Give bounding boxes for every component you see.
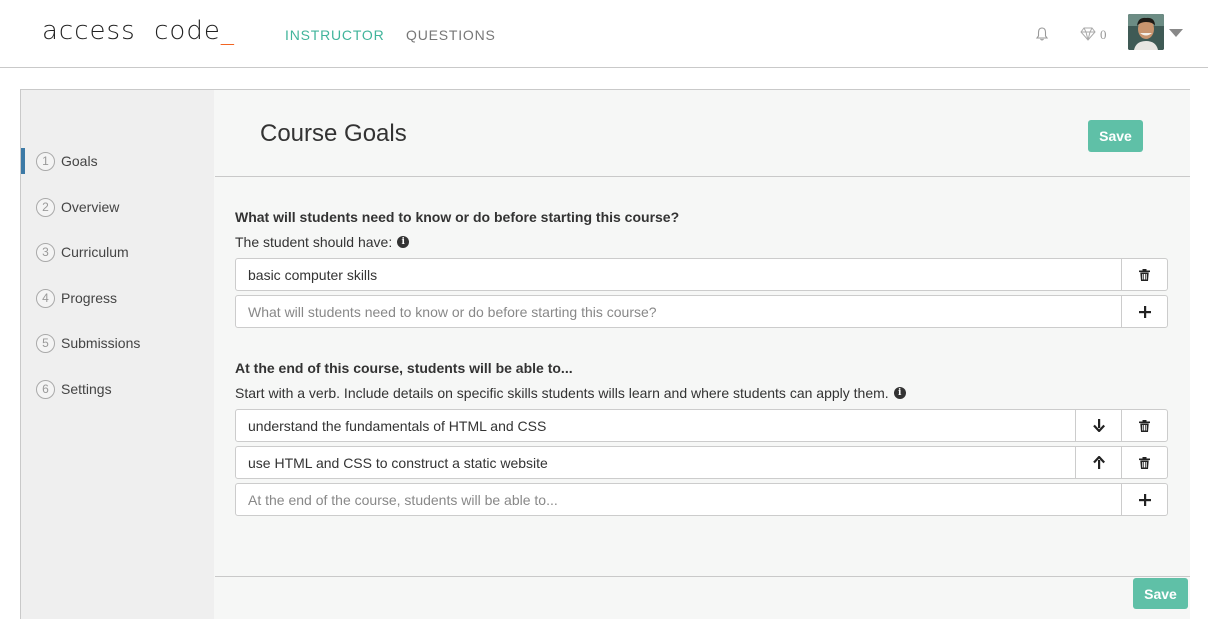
outcomes-hint-text: Start with a verb. Include details on sp… [235, 385, 889, 401]
chevron-down-icon[interactable] [1169, 29, 1183, 37]
save-button[interactable]: Save [1088, 120, 1143, 152]
sidebar-item-label: Curriculum [61, 244, 129, 260]
prereq-heading: What will students need to know or do be… [235, 209, 680, 225]
top-navbar: access code_ INSTRUCTOR QUESTIONS 0 [0, 0, 1208, 68]
sidebar-item-goals[interactable]: 1 Goals [21, 148, 214, 174]
trash-icon[interactable] [1121, 447, 1167, 478]
outcome-new-input[interactable] [236, 484, 1121, 515]
bell-icon[interactable] [1034, 26, 1050, 42]
sidebar-item-overview[interactable]: 2 Overview [21, 194, 214, 220]
footer-divider [215, 576, 1190, 577]
content-header: Course Goals Save [215, 90, 1190, 177]
outcome-item [235, 446, 1168, 479]
avatar[interactable] [1128, 14, 1164, 50]
logo[interactable]: access code_ [42, 16, 235, 46]
prereq-item-input[interactable] [236, 259, 1121, 290]
sidebar-item-curriculum[interactable]: 3 Curriculum [21, 239, 214, 265]
arrow-down-icon[interactable] [1075, 410, 1121, 441]
sidebar-item-label: Overview [61, 199, 120, 215]
logo-cursor: _ [220, 16, 235, 46]
step-number: 4 [36, 288, 55, 308]
outcomes-heading: At the end of this course, students will… [235, 360, 573, 376]
info-icon[interactable]: i [893, 387, 906, 399]
plus-icon[interactable] [1121, 296, 1167, 327]
step-number: 5 [36, 333, 55, 353]
course-editor-panel: 1 Goals 2 Overview 3 Curriculum 4 Progre… [20, 89, 1190, 619]
sidebar-item-label: Goals [61, 153, 98, 169]
outcome-new-row [235, 483, 1168, 516]
sidebar-item-label: Submissions [61, 335, 141, 351]
sidebar-item-progress[interactable]: 4 Progress [21, 285, 214, 311]
outcome-item [235, 409, 1168, 442]
sidebar-item-settings[interactable]: 6 Settings [21, 376, 214, 402]
outcomes-hint: Start with a verb. Include details on sp… [235, 385, 906, 401]
prereq-item [235, 258, 1168, 291]
info-icon[interactable]: i [397, 236, 410, 248]
step-number: 6 [36, 379, 55, 399]
nav-instructor-link[interactable]: INSTRUCTOR [285, 27, 385, 43]
sidebar: 1 Goals 2 Overview 3 Curriculum 4 Progre… [21, 90, 214, 619]
arrow-up-icon[interactable] [1075, 447, 1121, 478]
sidebar-item-submissions[interactable]: 5 Submissions [21, 330, 214, 356]
outcome-item-input[interactable] [236, 447, 1075, 478]
logo-text: access code [42, 16, 221, 46]
sidebar-item-label: Settings [61, 381, 112, 397]
sidebar-item-label: Progress [61, 290, 118, 306]
prereq-hint-text: The student should have: [235, 234, 393, 250]
page-title: Course Goals [260, 120, 407, 147]
trash-icon[interactable] [1121, 410, 1167, 441]
plus-icon[interactable] [1121, 484, 1167, 515]
step-number: 2 [36, 197, 55, 217]
prereq-new-input[interactable] [236, 296, 1121, 327]
nav-questions-link[interactable]: QUESTIONS [406, 27, 496, 43]
gem-icon[interactable] [1080, 27, 1096, 41]
gem-count: 0 [1100, 27, 1107, 42]
outcome-item-input[interactable] [236, 410, 1075, 441]
trash-icon[interactable] [1121, 259, 1167, 290]
prereq-new-row [235, 295, 1168, 328]
main-content: Course Goals Save What will students nee… [215, 90, 1190, 619]
footer-save-button[interactable]: Save [1133, 578, 1188, 609]
prereq-hint: The student should have: i [235, 234, 410, 250]
step-number: 3 [36, 242, 55, 262]
step-number: 1 [36, 151, 55, 171]
